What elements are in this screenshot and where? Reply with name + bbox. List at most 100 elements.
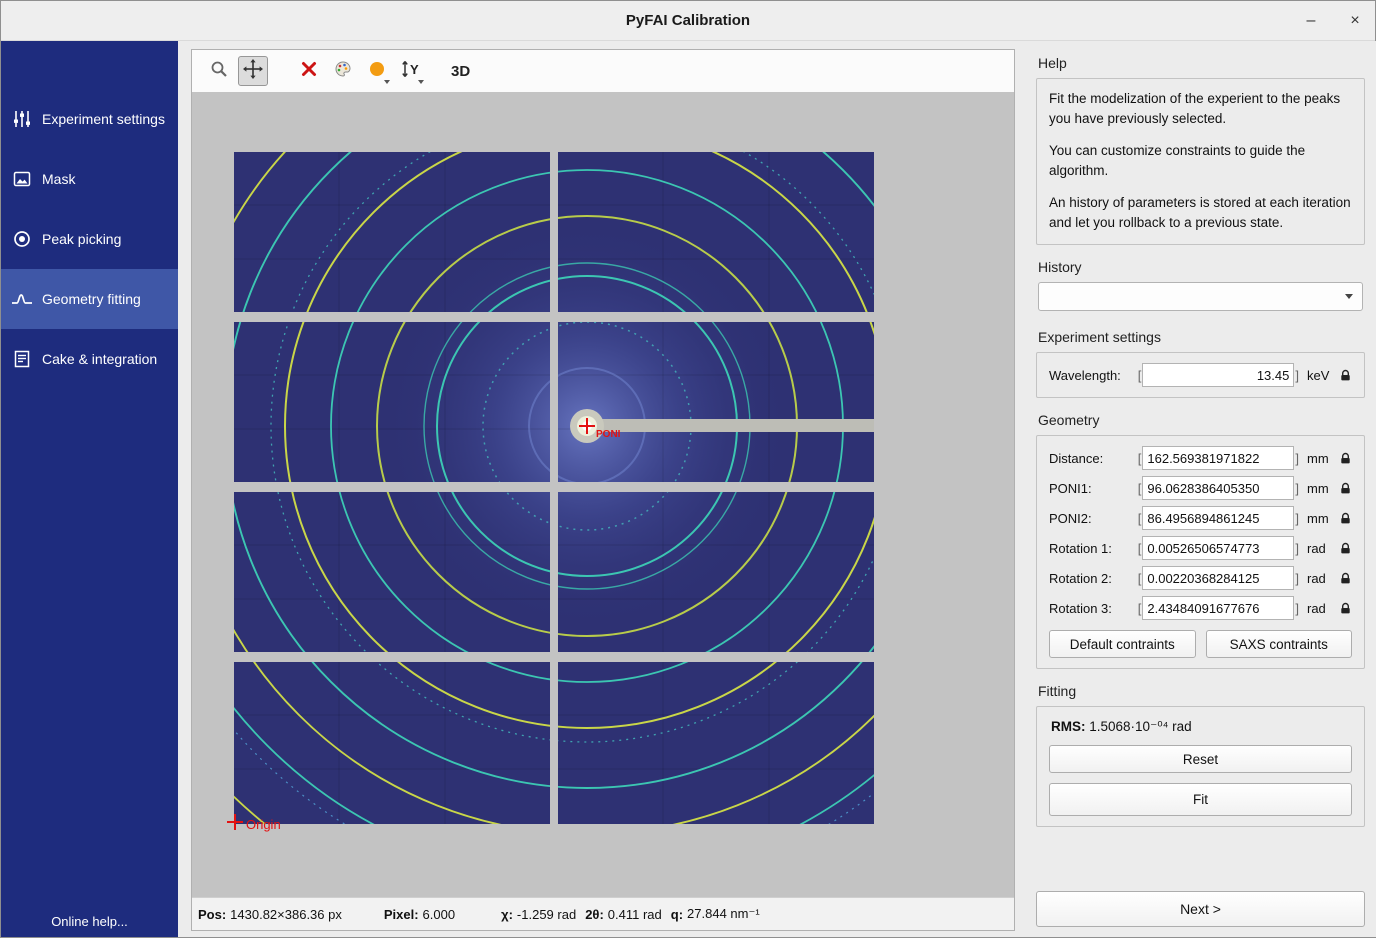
- dropdown-arrow-icon: [418, 80, 424, 84]
- pixel-label: Pixel:: [384, 907, 419, 922]
- sidebar-item-cake-integration[interactable]: Cake & integration: [1, 329, 178, 389]
- close-button[interactable]: ×: [1345, 12, 1365, 30]
- next-button[interactable]: Next >: [1036, 891, 1365, 927]
- lock-icon[interactable]: [1339, 452, 1352, 465]
- rms-value: 1.5068·10⁻⁰⁴ rad: [1089, 719, 1191, 734]
- default-constraints-button[interactable]: Default contraints: [1049, 630, 1196, 658]
- rotation3-input[interactable]: [1142, 596, 1294, 620]
- poni1-label: PONI1:: [1049, 481, 1092, 496]
- reset-button[interactable]: Reset: [1049, 745, 1352, 773]
- distance-row: Distance: [ ] mm: [1049, 446, 1352, 470]
- poni2-row: PONI2: [ ] mm: [1049, 506, 1352, 530]
- poni1-input[interactable]: [1142, 476, 1294, 500]
- origin-marker: Origin: [227, 814, 281, 832]
- y-axis-direction-button[interactable]: Y: [396, 56, 426, 86]
- spin-button-right[interactable]: ]: [1294, 368, 1300, 383]
- wavelength-row: Wavelength: [ ] keV: [1049, 363, 1352, 387]
- colormap-button[interactable]: [328, 56, 358, 86]
- spin-button-right[interactable]: ]: [1294, 451, 1300, 466]
- sidebar: Experiment settings Mask Peak picking Ge…: [1, 41, 178, 937]
- status-2theta: 2θ: 0.411 rad: [585, 907, 662, 922]
- plot-widget: Y 3D: [191, 49, 1015, 931]
- rotation1-label: Rotation 1:: [1049, 541, 1112, 556]
- rotation2-unit: rad: [1307, 571, 1337, 586]
- 2theta-value: 0.411 rad: [608, 907, 662, 922]
- experiment-settings-box: Wavelength: [ ] keV: [1036, 352, 1365, 398]
- rotation3-label: Rotation 3:: [1049, 601, 1112, 616]
- chi-value: -1.259 rad: [517, 907, 576, 922]
- sidebar-item-label: Peak picking: [42, 231, 121, 247]
- pan-icon: [242, 58, 264, 85]
- q-value: 27.844 nm⁻¹: [687, 906, 760, 922]
- status-q: q: 27.844 nm⁻¹: [671, 906, 760, 922]
- online-help-link[interactable]: Online help...: [1, 914, 178, 929]
- poni2-input[interactable]: [1142, 506, 1294, 530]
- peak-curve-icon: [11, 288, 33, 310]
- sidebar-item-label: Experiment settings: [42, 111, 165, 127]
- 3d-view-button[interactable]: 3D: [444, 56, 477, 86]
- rms-label: RMS:: [1051, 719, 1086, 734]
- pyfai-calibration-window: { "window": { "title": "PyFAI Calibratio…: [0, 0, 1376, 938]
- sidebar-item-experiment-settings[interactable]: Experiment settings: [1, 89, 178, 149]
- help-section-title: Help: [1038, 55, 1365, 71]
- red-x-icon: [300, 60, 318, 83]
- pan-button[interactable]: [238, 56, 268, 86]
- rotation1-input[interactable]: [1142, 536, 1294, 560]
- spin-button-right[interactable]: ]: [1294, 601, 1300, 616]
- poni1-row: PONI1: [ ] mm: [1049, 476, 1352, 500]
- history-dropdown[interactable]: [1038, 282, 1363, 311]
- palette-icon: [333, 59, 353, 84]
- plot-toolbar: Y 3D: [192, 50, 1014, 92]
- lock-icon[interactable]: [1339, 369, 1352, 382]
- geometry-box: Distance: [ ] mm PONI1: [ ] mm: [1036, 435, 1365, 669]
- window-title: PyFAI Calibration: [626, 12, 750, 29]
- chi-label: χ:: [501, 907, 513, 922]
- origin-label: Origin: [246, 817, 281, 832]
- mask-icon: [11, 168, 33, 190]
- right-panel: Help Fit the modelization of the experie…: [1024, 41, 1376, 937]
- help-paragraph: Fit the modelization of the experient to…: [1049, 89, 1352, 128]
- wavelength-unit: keV: [1307, 368, 1337, 383]
- lock-icon[interactable]: [1339, 572, 1352, 585]
- distance-label: Distance:: [1049, 451, 1103, 466]
- poni1-unit: mm: [1307, 481, 1337, 496]
- spin-button-right[interactable]: ]: [1294, 571, 1300, 586]
- sidebar-item-mask[interactable]: Mask: [1, 149, 178, 209]
- spin-button-right[interactable]: ]: [1294, 541, 1300, 556]
- help-paragraph: You can customize constraints to guide t…: [1049, 141, 1352, 180]
- distance-input[interactable]: [1142, 446, 1294, 470]
- marker-style-button[interactable]: [362, 56, 392, 86]
- fit-button[interactable]: Fit: [1049, 783, 1352, 816]
- saxs-constraints-button[interactable]: SAXS contraints: [1206, 630, 1353, 658]
- lock-icon[interactable]: [1339, 512, 1352, 525]
- clear-button[interactable]: [294, 56, 324, 86]
- window-controls: – ×: [1301, 1, 1365, 41]
- rotation2-input[interactable]: [1142, 566, 1294, 590]
- lock-icon[interactable]: [1339, 602, 1352, 615]
- spin-button-right[interactable]: ]: [1294, 481, 1300, 496]
- rms-line: RMS: 1.5068·10⁻⁰⁴ rad: [1051, 719, 1352, 735]
- pos-label: Pos:: [198, 907, 226, 922]
- minimize-button[interactable]: –: [1301, 12, 1321, 30]
- title-bar[interactable]: PyFAI Calibration – ×: [1, 1, 1375, 41]
- geometry-section-title: Geometry: [1038, 412, 1365, 428]
- sidebar-item-geometry-fitting[interactable]: Geometry fitting: [1, 269, 178, 329]
- document-lines-icon: [11, 348, 33, 370]
- zoom-button[interactable]: [204, 56, 234, 86]
- diffraction-image: PONI Origin: [192, 92, 1014, 897]
- target-icon: [11, 228, 33, 250]
- rotation1-row: Rotation 1: [ ] rad: [1049, 536, 1352, 560]
- lock-icon[interactable]: [1339, 542, 1352, 555]
- status-pixel: Pixel: 6.000: [384, 907, 455, 922]
- status-chi: χ: -1.259 rad: [501, 907, 576, 922]
- sidebar-item-peak-picking[interactable]: Peak picking: [1, 209, 178, 269]
- spin-button-right[interactable]: ]: [1294, 511, 1300, 526]
- diffraction-canvas[interactable]: PONI Origin: [192, 92, 1014, 897]
- lock-icon[interactable]: [1339, 482, 1352, 495]
- distance-unit: mm: [1307, 451, 1337, 466]
- sliders-icon: [11, 108, 33, 130]
- sidebar-item-label: Geometry fitting: [42, 291, 141, 307]
- magnifier-icon: [209, 59, 229, 84]
- wavelength-input[interactable]: [1142, 363, 1294, 387]
- help-box: Fit the modelization of the experient to…: [1036, 78, 1365, 245]
